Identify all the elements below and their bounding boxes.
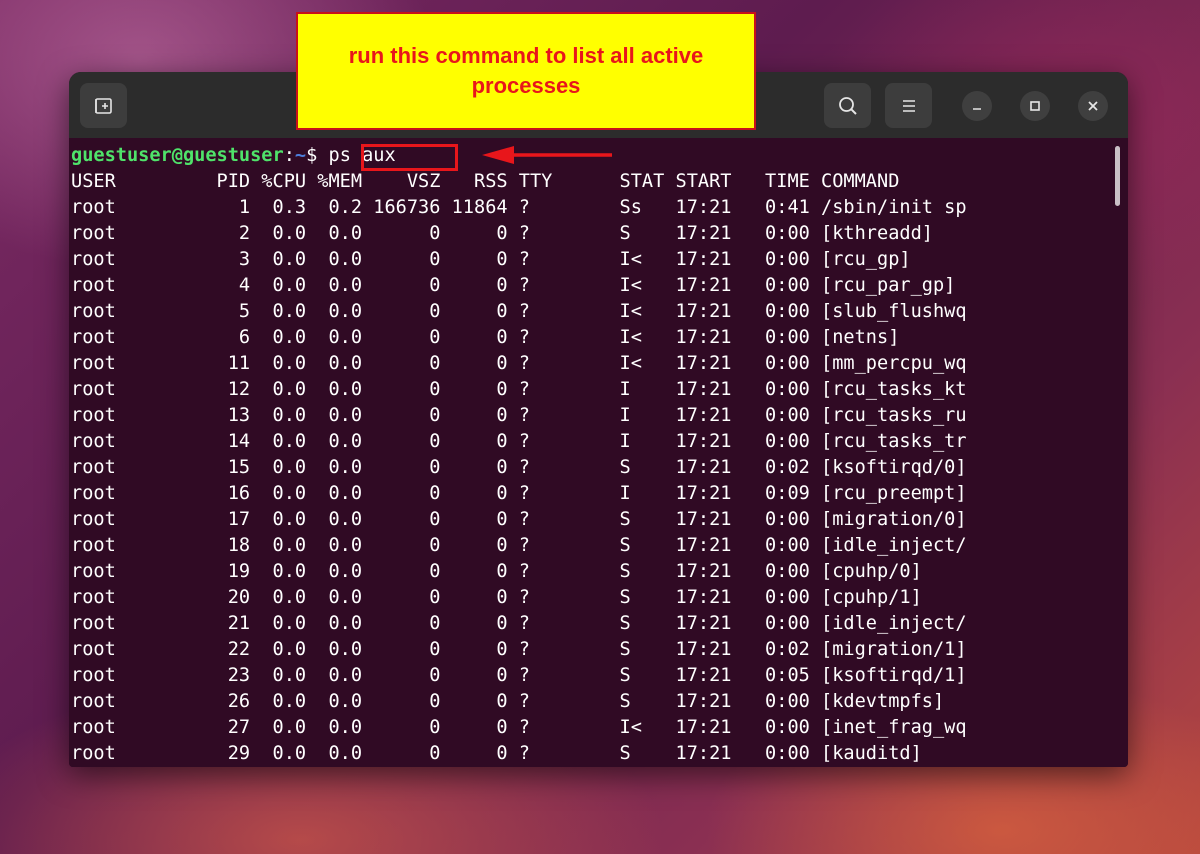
prompt-path: ~	[294, 145, 307, 166]
process-row: root 15 0.0 0.0 0 0 ? S 17:21 0:02 [ksof…	[71, 457, 967, 478]
process-row: root 12 0.0 0.0 0 0 ? I 17:21 0:00 [rcu_…	[71, 379, 967, 400]
prompt-separator: :	[283, 145, 295, 166]
prompt-symbol: $	[306, 145, 329, 166]
scrollbar[interactable]	[1115, 146, 1120, 206]
process-row: root 26 0.0 0.0 0 0 ? S 17:21 0:00 [kdev…	[71, 691, 945, 712]
process-row: root 3 0.0 0.0 0 0 ? I< 17:21 0:00 [rcu_…	[71, 249, 911, 270]
process-row: root 6 0.0 0.0 0 0 ? I< 17:21 0:00 [netn…	[71, 327, 900, 348]
terminal-output[interactable]: guestuser@guestuser:~$ ps aux USER PID %…	[69, 138, 1128, 767]
process-row: root 18 0.0 0.0 0 0 ? S 17:21 0:00 [idle…	[71, 535, 967, 556]
process-row: root 4 0.0 0.0 0 0 ? I< 17:21 0:00 [rcu_…	[71, 275, 956, 296]
annotation-callout: run this command to list all active proc…	[296, 12, 756, 130]
search-icon	[838, 96, 857, 115]
minimize-button[interactable]	[962, 91, 992, 121]
process-row: root 11 0.0 0.0 0 0 ? I< 17:21 0:00 [mm_…	[71, 353, 967, 374]
maximize-button[interactable]	[1020, 91, 1050, 121]
process-row: root 27 0.0 0.0 0 0 ? I< 17:21 0:00 [ine…	[71, 717, 967, 738]
process-row: root 2 0.0 0.0 0 0 ? S 17:21 0:00 [kthre…	[71, 223, 933, 244]
process-row: root 23 0.0 0.0 0 0 ? S 17:21 0:05 [ksof…	[71, 665, 967, 686]
process-row: root 21 0.0 0.0 0 0 ? S 17:21 0:00 [idle…	[71, 613, 967, 634]
maximize-icon	[1030, 101, 1040, 111]
process-row: root 5 0.0 0.0 0 0 ? I< 17:21 0:00 [slub…	[71, 301, 967, 322]
process-row: root 22 0.0 0.0 0 0 ? S 17:21 0:02 [migr…	[71, 639, 967, 660]
process-row: root 20 0.0 0.0 0 0 ? S 17:21 0:00 [cpuh…	[71, 587, 922, 608]
process-row: root 19 0.0 0.0 0 0 ? S 17:21 0:00 [cpuh…	[71, 561, 922, 582]
prompt-user: guestuser@guestuser	[71, 145, 284, 166]
hamburger-menu-icon	[902, 99, 915, 112]
prompt-line: guestuser@guestuser:~$ ps aux	[71, 143, 396, 169]
command-highlight-box	[361, 144, 458, 171]
search-button[interactable]	[824, 83, 871, 128]
annotation-arrow	[482, 146, 612, 164]
terminal-window: guestuser@guestuser:~$ ps aux USER PID %…	[69, 72, 1128, 767]
new-tab-icon	[94, 97, 112, 114]
process-row: root 14 0.0 0.0 0 0 ? I 17:21 0:00 [rcu_…	[71, 431, 967, 452]
close-icon	[1088, 101, 1098, 111]
process-row: root 1 0.3 0.2 166736 11864 ? Ss 17:21 0…	[71, 197, 967, 218]
menu-button[interactable]	[885, 83, 932, 128]
process-table-header: USER PID %CPU %MEM VSZ RSS TTY STAT STAR…	[71, 171, 900, 192]
new-tab-button[interactable]	[80, 83, 127, 128]
process-row: root 29 0.0 0.0 0 0 ? S 17:21 0:00 [kaud…	[71, 743, 922, 764]
process-row: root 13 0.0 0.0 0 0 ? I 17:21 0:00 [rcu_…	[71, 405, 967, 426]
close-button[interactable]	[1078, 91, 1108, 121]
annotation-text: run this command to list all active proc…	[348, 43, 704, 98]
minimize-icon	[973, 108, 981, 110]
process-row: root 17 0.0 0.0 0 0 ? S 17:21 0:00 [migr…	[71, 509, 967, 530]
process-row: root 16 0.0 0.0 0 0 ? I 17:21 0:09 [rcu_…	[71, 483, 967, 504]
